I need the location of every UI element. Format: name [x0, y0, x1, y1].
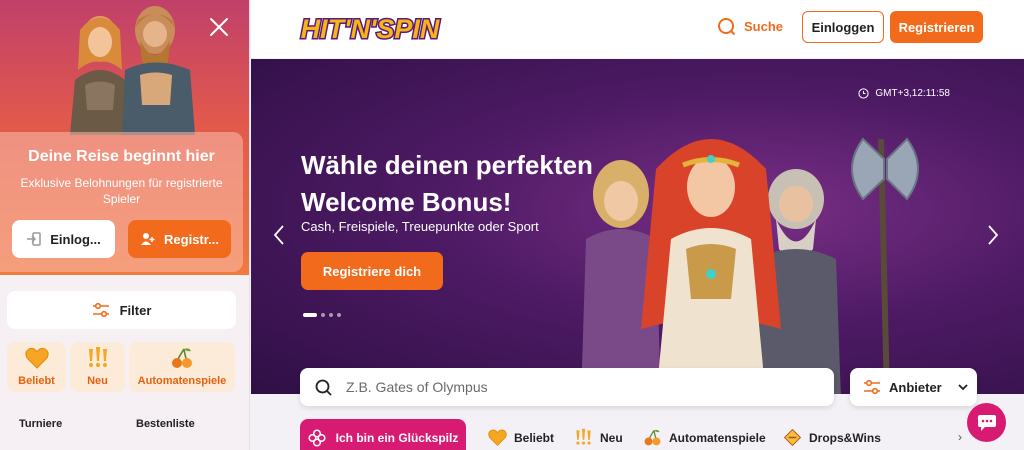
header-register-button[interactable]: Registrieren — [890, 11, 983, 43]
sidebar-category-label: Automatenspiele — [137, 375, 227, 387]
hitnspin-logo[interactable]: HIT'N'SPIN — [295, 9, 445, 47]
header-search-button[interactable]: Suche — [717, 17, 783, 36]
sidebar-category-beliebt[interactable]: Beliebt — [7, 342, 66, 392]
category-automatenspiele[interactable]: Automatenspiele — [643, 428, 766, 447]
lucky-button[interactable]: Ich bin ein Glückspilz — [300, 419, 466, 450]
filter-label: Filter — [119, 302, 152, 318]
sidebar-hero: Deine Reise beginnt hier Exklusive Beloh… — [0, 0, 249, 275]
login-icon — [27, 232, 41, 246]
sidebar-category-automatenspiele[interactable]: Automatenspiele — [129, 342, 235, 392]
close-icon[interactable] — [208, 16, 230, 38]
category-label: Beliebt — [514, 430, 555, 445]
cherry-icon — [644, 429, 661, 446]
add-user-icon — [141, 233, 155, 245]
banner-title-line1: Wähle deinen perfekten — [301, 150, 593, 180]
register-cta-button[interactable]: Registriere dich — [301, 252, 443, 290]
game-search-input[interactable] — [346, 379, 786, 395]
sidebar-link-turniere[interactable]: Turniere — [19, 418, 62, 430]
exclamation-icon — [576, 428, 591, 445]
sidebar-category-label: Neu — [87, 375, 108, 387]
heart-icon — [24, 347, 49, 369]
welcome-card: Deine Reise beginnt hier Exklusive Beloh… — [0, 132, 243, 272]
chat-icon — [977, 414, 996, 431]
chevron-left-icon[interactable] — [272, 224, 286, 246]
category-beliebt[interactable]: Beliebt — [488, 428, 554, 447]
exclamation-icon — [88, 347, 107, 367]
top-header: HIT'N'SPIN Suche Einloggen Registrieren — [251, 0, 1024, 58]
welcome-card-title: Deine Reise beginnt hier — [28, 148, 215, 165]
clover-icon — [308, 429, 326, 447]
chat-button[interactable] — [967, 403, 1006, 442]
sidebar-login-label: Einlog... — [50, 231, 101, 247]
provider-dropdown[interactable]: Anbieter — [850, 368, 977, 406]
sidebar-register-label: Registr... — [164, 231, 219, 247]
category-drops-wins[interactable]: Drops&Wins — [783, 428, 881, 447]
clock-text: GMT+3,12:11:58 — [875, 88, 950, 99]
search-icon — [315, 379, 332, 396]
sliders-icon — [864, 379, 880, 395]
sliders-icon — [92, 302, 109, 318]
sidebar: Deine Reise beginnt hier Exklusive Beloh… — [0, 0, 250, 450]
logo-text: HIT'N'SPIN — [301, 14, 440, 44]
search-icon — [718, 18, 736, 36]
slider-dots — [303, 313, 341, 317]
banner-title: Wähle deinen perfekten Welcome Bonus! — [301, 147, 641, 221]
slider-dot[interactable] — [337, 313, 341, 317]
filter-button[interactable]: Filter — [7, 291, 236, 329]
category-next-arrow[interactable]: › — [958, 430, 962, 444]
slider-dot[interactable] — [329, 313, 333, 317]
sidebar-register-button[interactable]: Registr... — [128, 220, 231, 258]
chevron-right-icon[interactable] — [986, 224, 1000, 246]
header-search-label: Suche — [744, 19, 784, 34]
slider-dot-active[interactable] — [303, 313, 317, 317]
heart-icon — [488, 429, 507, 446]
category-neu[interactable]: Neu — [574, 428, 623, 447]
welcome-card-subtitle: Exklusive Belohnungen für registrierte S… — [20, 176, 223, 206]
hero-banner: GMT+3,12:11:58 Wähle deinen perfekten We… — [251, 59, 1024, 394]
sidebar-category-neu[interactable]: Neu — [70, 342, 125, 392]
cherry-icon — [172, 348, 192, 368]
category-label: Drops&Wins — [809, 430, 881, 445]
warriors-illustration — [581, 137, 919, 394]
vikings-illustration — [70, 6, 195, 135]
drops-wins-icon — [783, 428, 802, 447]
provider-label: Anbieter — [889, 379, 942, 395]
clock-icon — [858, 88, 870, 99]
slider-dot[interactable] — [321, 313, 325, 317]
chevron-down-icon — [958, 384, 968, 391]
sidebar-category-label: Beliebt — [18, 375, 55, 387]
sidebar-login-button[interactable]: Einlog... — [12, 220, 115, 258]
sidebar-link-bestenliste[interactable]: Bestenliste — [136, 418, 195, 430]
banner-subtitle: Cash, Freispiele, Treuepunkte oder Sport — [301, 219, 539, 234]
category-label: Automatenspiele — [669, 430, 766, 445]
lucky-label: Ich bin ein Glückspilz — [335, 431, 459, 445]
category-label: Neu — [600, 430, 623, 445]
game-search-bar — [300, 368, 834, 406]
server-clock: GMT+3,12:11:58 — [858, 88, 950, 99]
header-login-button[interactable]: Einloggen — [802, 11, 884, 43]
banner-title-line2: Welcome Bonus! — [301, 187, 512, 217]
